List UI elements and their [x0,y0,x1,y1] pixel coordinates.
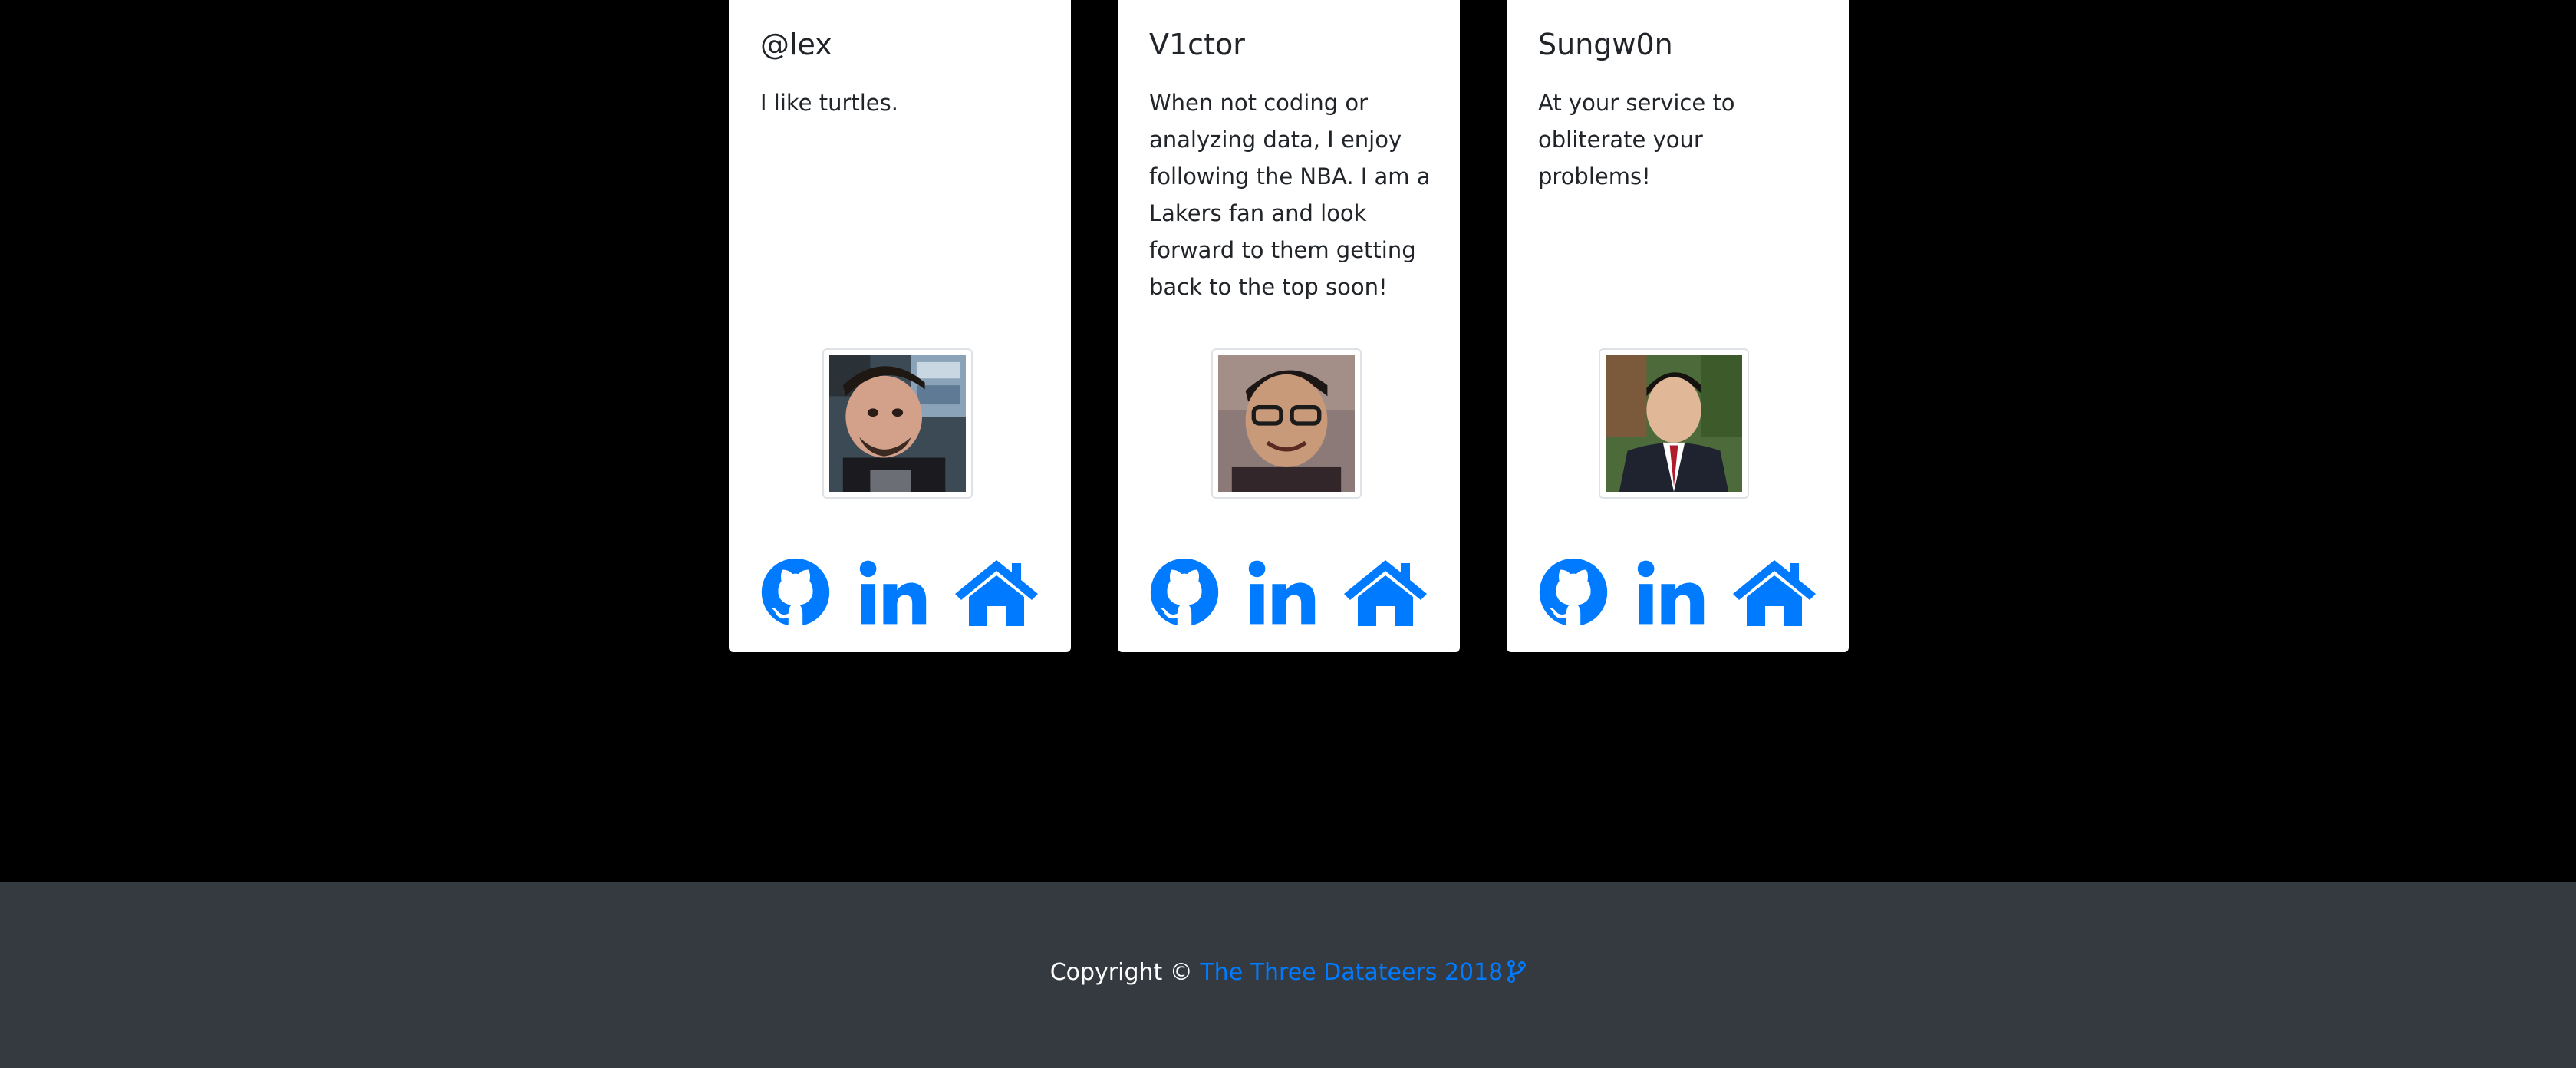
code-branch-icon [1507,960,1527,983]
linkedin-icon[interactable] [1247,557,1316,628]
card-name: Sungw0n [1538,28,1673,61]
avatar-photo [1606,355,1742,492]
footer-link-text: The Three Datateers 2018 [1200,959,1504,986]
github-icon[interactable] [1538,557,1609,628]
linkedin-icon[interactable] [1636,557,1705,628]
github-icon[interactable] [760,557,831,628]
avatar-photo [829,355,966,492]
team-card-victor: V1ctor When not coding or analyzing data… [1118,0,1460,652]
avatar [1599,348,1749,499]
social-links [1538,557,1830,628]
linkedin-icon[interactable] [858,557,927,628]
team-section: @lex I like turtles. V1ctor When not cod… [0,0,2576,882]
page: @lex I like turtles. V1ctor When not cod… [0,0,2576,1068]
github-icon[interactable] [1149,557,1220,628]
avatar [822,348,973,499]
home-icon[interactable] [1730,557,1819,628]
footer-copyright: Copyright © The Three Datateers 2018 [0,959,2576,986]
team-card-sungwon: Sungw0n At your service to obliterate yo… [1507,0,1849,652]
card-bio: I like turtles. [760,90,898,116]
copyright-label: Copyright © [1049,959,1193,986]
social-links [1149,557,1441,628]
footer: Copyright © The Three Datateers 2018 [0,882,2576,1068]
card-name: @lex [760,28,832,61]
home-icon[interactable] [1341,557,1430,628]
team-card-alex: @lex I like turtles. [729,0,1071,652]
card-name: V1ctor [1149,28,1245,61]
avatar [1211,348,1362,499]
card-bio: When not coding or analyzing data, I enj… [1149,90,1431,300]
avatar-photo [1218,355,1355,492]
home-icon[interactable] [952,557,1041,628]
footer-repo-link[interactable]: The Three Datateers 2018 [1200,959,1527,986]
social-links [760,557,1052,628]
card-bio: At your service to obliterate your probl… [1538,90,1735,190]
